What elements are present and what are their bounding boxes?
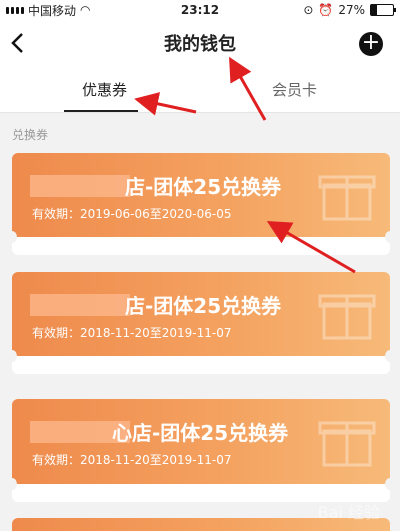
alarm-icon: ⏰ bbox=[318, 3, 334, 17]
section-label: 兑换券 bbox=[12, 128, 49, 142]
tab-coupons[interactable]: 优惠券 bbox=[82, 79, 127, 100]
gift-icon bbox=[318, 175, 376, 221]
status-bar: 中国移动 ◠ 23:12 ⊙ ⏰ 27% bbox=[0, 0, 400, 20]
gift-icon bbox=[318, 294, 376, 340]
coupon-card[interactable]: 店-团体25兑换券 有效期：2018-11-20至2019-11-07 bbox=[12, 272, 390, 362]
coupon-stub bbox=[7, 350, 395, 374]
back-arrow-icon[interactable] bbox=[8, 31, 28, 55]
watermark: Bai 经验 bbox=[317, 503, 380, 522]
page-title: 我的钱包 bbox=[164, 34, 236, 55]
redacted-store-name bbox=[30, 294, 130, 316]
gift-icon bbox=[318, 421, 376, 467]
coupon-title: 店-团体25兑换券 bbox=[125, 175, 282, 199]
nav-bar: 我的钱包 + bbox=[0, 20, 400, 66]
tab-membership-card[interactable]: 会员卡 bbox=[272, 79, 317, 100]
active-tab-indicator bbox=[64, 110, 138, 112]
status-right: ⊙ ⏰ 27% bbox=[303, 3, 400, 17]
add-button[interactable]: + bbox=[359, 32, 383, 56]
redacted-store-name bbox=[30, 175, 130, 197]
coupon-validity: 有效期：2018-11-20至2019-11-07 bbox=[32, 326, 232, 340]
coupon-validity: 有效期：2019-06-06至2020-06-05 bbox=[32, 207, 232, 221]
signal-icon bbox=[6, 6, 24, 14]
lock-rotation-icon: ⊙ bbox=[303, 3, 314, 17]
coupon-card[interactable]: 店-团体25兑换券 有效期：2019-06-06至2020-06-05 bbox=[12, 153, 390, 243]
status-left: 中国移动 ◠ bbox=[0, 2, 91, 19]
coupon-title: 店-团体25兑换券 bbox=[125, 294, 282, 318]
coupon-card[interactable]: 心店-团体25兑换券 有效期：2018-11-20至2019-11-07 bbox=[12, 399, 390, 489]
wifi-icon: ◠ bbox=[80, 3, 91, 17]
tab-bar: 优惠券 会员卡 bbox=[0, 66, 400, 113]
coupon-stub bbox=[7, 231, 395, 255]
battery-percent: 27% bbox=[338, 3, 365, 17]
battery-icon bbox=[370, 4, 396, 16]
coupon-validity: 有效期：2018-11-20至2019-11-07 bbox=[32, 453, 232, 467]
coupon-title: 心店-团体25兑换券 bbox=[112, 421, 289, 445]
carrier-label: 中国移动 bbox=[28, 3, 77, 18]
